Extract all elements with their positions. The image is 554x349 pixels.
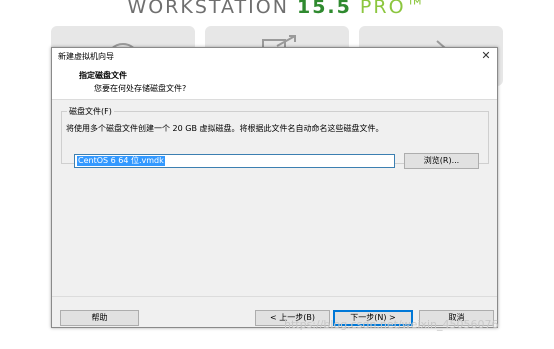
disk-file-description: 将使用多个磁盘文件创建一个 20 GB 虚拟磁盘。将根据此文件名自动命名这些磁盘… <box>66 124 384 133</box>
browse-button[interactable]: 浏览(R)... <box>404 153 479 169</box>
disk-file-input[interactable]: CentOS 6 64 位.vmdk <box>74 154 395 168</box>
footer-divider <box>52 296 497 297</box>
product-edition: PRO <box>359 0 406 18</box>
watermark-text: https://blog.csdn.net/weixin_45056076 <box>284 318 499 331</box>
dialog-title: 新建虚拟机向导 <box>58 52 114 61</box>
new-vm-wizard-dialog: 新建虚拟机向导 ✕ 指定磁盘文件 您要在何处存储磁盘文件? 磁盘文件(F) 将使… <box>51 47 498 328</box>
trademark-symbol: ™ <box>405 0 427 18</box>
help-button[interactable]: 帮助 <box>60 310 139 326</box>
product-banner: WORKSTATION 15.5 PRO™ <box>0 0 554 18</box>
close-icon: ✕ <box>481 49 491 62</box>
dialog-titlebar[interactable]: 新建虚拟机向导 ✕ <box>52 48 497 64</box>
disk-file-label: 磁盘文件(F) <box>67 106 114 117</box>
product-version: 15.5 <box>296 0 352 18</box>
wizard-header: 指定磁盘文件 您要在何处存储磁盘文件? <box>52 64 497 100</box>
wizard-step-subtitle: 您要在何处存储磁盘文件? <box>94 84 187 93</box>
disk-file-value: CentOS 6 64 位.vmdk <box>77 156 165 166</box>
close-button[interactable]: ✕ <box>479 48 493 64</box>
wizard-step-title: 指定磁盘文件 <box>79 71 127 80</box>
product-name: WORKSTATION <box>127 0 289 18</box>
